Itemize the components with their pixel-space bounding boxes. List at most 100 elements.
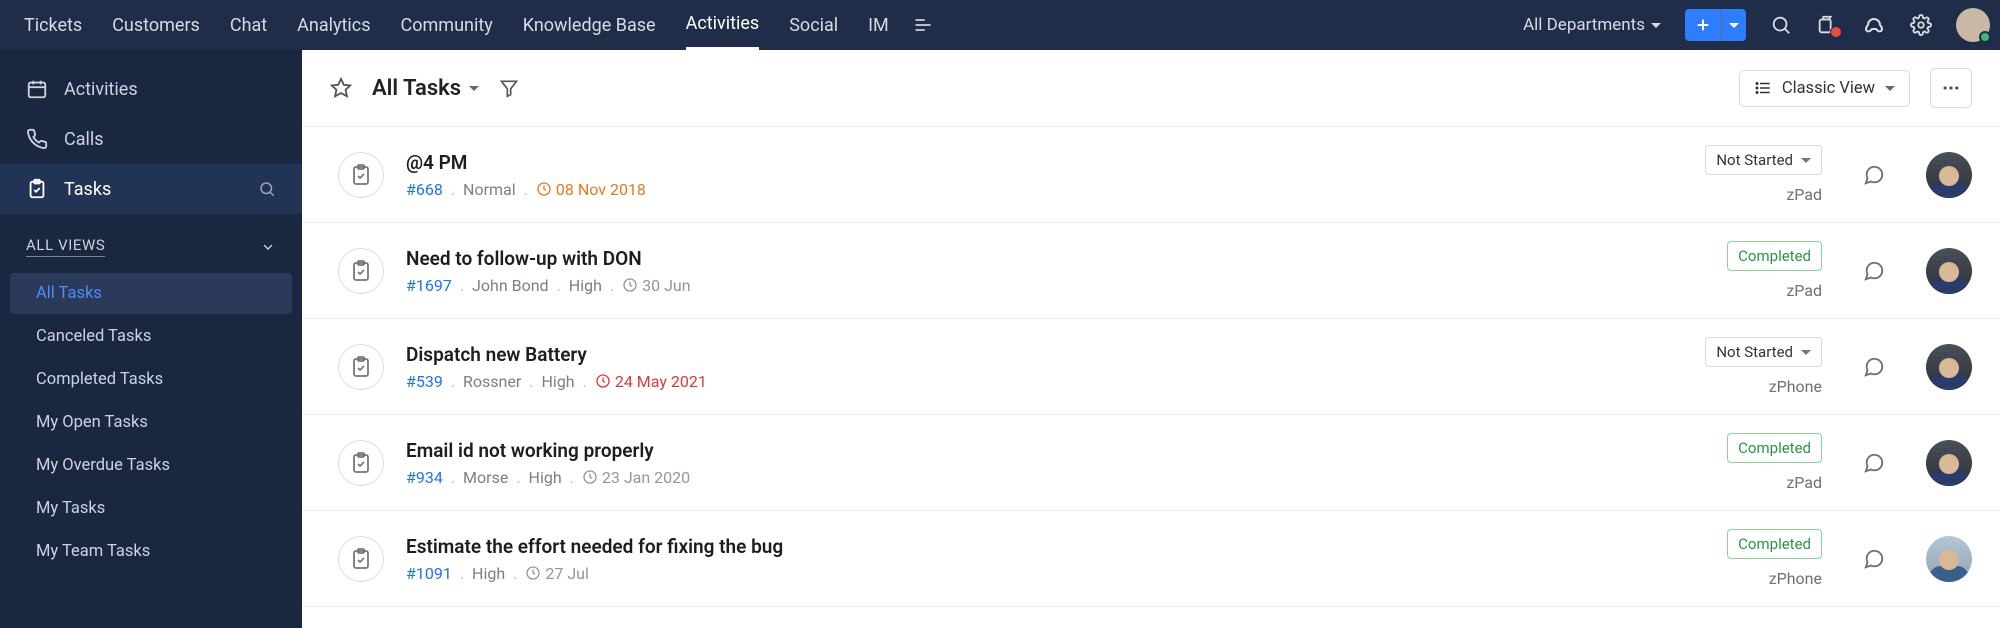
nav-tab-customers[interactable]: Customers [112, 0, 200, 50]
sidebar-item-tasks[interactable]: Tasks [0, 164, 302, 214]
task-title: Need to follow-up with DON [406, 247, 1650, 270]
sidebar: Activities Calls Tasks ALL VIEWS All Tasks… [0, 50, 302, 628]
department-selector[interactable]: All Departments [1523, 15, 1661, 35]
due-date: 27 Jul [525, 564, 589, 583]
task-id-link[interactable]: #1091 [406, 564, 452, 583]
search-icon[interactable] [258, 180, 276, 198]
view-item-canceled-tasks[interactable]: Canceled Tasks [10, 316, 292, 357]
settings-icon[interactable] [1910, 14, 1932, 36]
view-mode-selector[interactable]: Classic View [1739, 70, 1910, 107]
add-button[interactable] [1685, 9, 1721, 41]
nav-tab-activities[interactable]: Activities [686, 0, 760, 50]
view-item-all-tasks[interactable]: All Tasks [10, 273, 292, 314]
status-badge-completed: Completed [1727, 241, 1822, 271]
task-category: zPhone [1769, 377, 1822, 396]
sidebar-item-calls[interactable]: Calls [0, 114, 302, 164]
nav-tab-community[interactable]: Community [401, 0, 493, 50]
sidebar-section-all-views[interactable]: ALL VIEWS [26, 236, 276, 257]
sidebar-section-label: ALL VIEWS [26, 236, 105, 257]
task-type-icon [338, 152, 384, 198]
assignee-avatar[interactable] [1926, 440, 1972, 486]
comment-icon[interactable] [1844, 164, 1904, 186]
task-meta: High [472, 564, 505, 583]
main-content: All Tasks Classic View @4 PM#668 .Normal… [302, 50, 2000, 628]
notifications-icon[interactable] [1816, 14, 1838, 36]
task-row[interactable]: @4 PM#668 .Normal . 08 Nov 2018Not Start… [302, 127, 2000, 223]
add-button-dropdown[interactable] [1722, 9, 1746, 41]
due-date: 23 Jan 2020 [582, 468, 690, 487]
search-icon[interactable] [1770, 14, 1792, 36]
task-row[interactable]: Dispatch new Battery#539 .Rossner .High … [302, 319, 2000, 415]
task-meta: John Bond [472, 276, 549, 295]
sidebar-item-label: Tasks [64, 179, 111, 200]
task-category: zPad [1786, 281, 1822, 300]
comment-icon[interactable] [1844, 452, 1904, 474]
assignee-avatar[interactable] [1926, 248, 1972, 294]
comment-icon[interactable] [1844, 548, 1904, 570]
list-icon [1754, 79, 1772, 97]
task-id-link[interactable]: #1697 [406, 276, 452, 295]
nav-tab-tickets[interactable]: Tickets [24, 0, 82, 50]
task-meta: High [569, 276, 602, 295]
task-title: @4 PM [406, 151, 1650, 174]
notification-badge [1830, 26, 1842, 38]
status-badge-completed: Completed [1727, 529, 1822, 559]
task-icon [26, 178, 48, 200]
view-item-my-tasks[interactable]: My Tasks [10, 488, 292, 529]
task-row[interactable]: Need to follow-up with DON#1697 .John Bo… [302, 223, 2000, 319]
assignee-avatar[interactable] [1926, 152, 1972, 198]
nav-tab-knowledge-base[interactable]: Knowledge Base [523, 0, 656, 50]
nav-tab-analytics[interactable]: Analytics [297, 0, 370, 50]
view-item-my-team-tasks[interactable]: My Team Tasks [10, 531, 292, 572]
assignee-avatar[interactable] [1926, 344, 1972, 390]
task-id-link[interactable]: #668 [406, 180, 443, 199]
view-item-my-overdue-tasks[interactable]: My Overdue Tasks [10, 445, 292, 486]
favorite-star-icon[interactable] [330, 77, 352, 99]
task-meta: Rossner [463, 372, 521, 391]
task-meta: High [542, 372, 575, 391]
nav-tab-im[interactable]: IM [868, 0, 889, 50]
view-mode-label: Classic View [1782, 79, 1875, 98]
gamification-icon[interactable] [1862, 13, 1886, 37]
nav-tab-chat[interactable]: Chat [230, 0, 267, 50]
calendar-icon [26, 78, 48, 100]
chevron-down-icon [1801, 350, 1811, 355]
comment-icon[interactable] [1844, 356, 1904, 378]
due-date: 08 Nov 2018 [536, 180, 646, 199]
task-title: Email id not working properly [406, 439, 1650, 462]
task-id-link[interactable]: #539 [406, 372, 443, 391]
chevron-down-icon [469, 86, 479, 91]
department-label: All Departments [1523, 15, 1645, 35]
status-dropdown[interactable]: Not Started [1705, 145, 1822, 175]
add-button-group [1685, 9, 1746, 41]
due-date: 24 May 2021 [595, 372, 707, 391]
status-badge-completed: Completed [1727, 433, 1822, 463]
assignee-avatar[interactable] [1926, 536, 1972, 582]
comment-icon[interactable] [1844, 260, 1904, 282]
task-category: zPad [1786, 473, 1822, 492]
chevron-down-icon [1651, 23, 1661, 28]
due-date: 30 Jun [622, 276, 690, 295]
chevron-down-icon [1801, 158, 1811, 163]
view-title-dropdown[interactable]: All Tasks [372, 76, 479, 101]
view-item-completed-tasks[interactable]: Completed Tasks [10, 359, 292, 400]
task-meta: High [529, 468, 562, 487]
list-toolbar: All Tasks Classic View [302, 50, 2000, 126]
task-title: Estimate the effort needed for fixing th… [406, 535, 1650, 558]
top-nav: Tickets Customers Chat Analytics Community Kn… [0, 0, 2000, 50]
task-meta: Morse [463, 468, 508, 487]
chevron-down-icon [260, 239, 276, 255]
nav-tab-social[interactable]: Social [789, 0, 838, 50]
view-item-my-open-tasks[interactable]: My Open Tasks [10, 402, 292, 443]
sidebar-item-label: Calls [64, 129, 104, 150]
nav-overflow-icon[interactable] [913, 15, 933, 35]
sidebar-item-activities[interactable]: Activities [0, 64, 302, 114]
task-row[interactable]: Estimate the effort needed for fixing th… [302, 511, 2000, 607]
task-row[interactable]: Email id not working properly#934 .Morse… [302, 415, 2000, 511]
task-id-link[interactable]: #934 [406, 468, 443, 487]
user-avatar[interactable] [1956, 8, 1990, 42]
status-dropdown[interactable]: Not Started [1705, 337, 1822, 367]
view-title-label: All Tasks [372, 76, 461, 101]
filter-icon[interactable] [499, 78, 519, 98]
more-actions-button[interactable] [1930, 68, 1972, 108]
